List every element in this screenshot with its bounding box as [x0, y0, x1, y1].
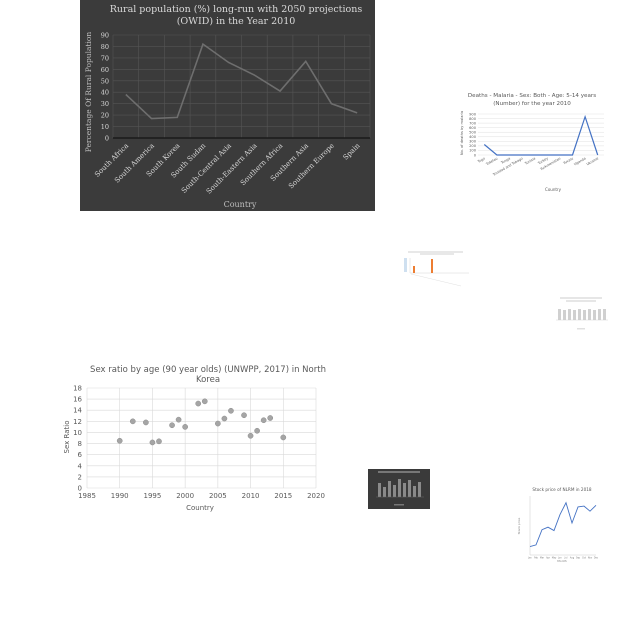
- chart-title-line2: (OWID) in the Year 2010: [177, 16, 296, 27]
- data-point: [169, 422, 175, 429]
- data-point: [129, 418, 136, 425]
- y-tick-label: 800: [469, 117, 477, 121]
- y-tick-label: 200: [469, 144, 477, 148]
- y-axis-title: Percentage Of Rural Population: [84, 32, 93, 153]
- y-tick-label: 14: [73, 407, 82, 415]
- data-point: [260, 417, 267, 424]
- y-tick-label: 8: [78, 440, 82, 448]
- y-tick-label: 300: [469, 140, 477, 144]
- y-tick-label: 20: [101, 112, 109, 120]
- x-tick-label: 2000: [176, 492, 194, 500]
- thumbnail-bar-chart: [403, 250, 473, 292]
- x-tick-label: May: [552, 557, 557, 560]
- malaria-deaths-svg: Deaths - Malaria - Sex: Both - Age: 5-14…: [456, 88, 608, 196]
- data-point: [143, 419, 149, 426]
- thumbnail-gray-bar-chart: [548, 295, 613, 335]
- y-tick-label: 40: [101, 89, 109, 97]
- x-tick-label: Jun: [557, 557, 562, 560]
- y-tick-label: 0: [105, 135, 109, 143]
- x-tick-label: Jul: [564, 557, 568, 560]
- y-tick-label: 400: [469, 135, 477, 139]
- malaria-deaths-chart: Deaths - Malaria - Sex: Both - Age: 5-14…: [456, 88, 608, 196]
- y-tick-label: 4: [78, 462, 83, 470]
- y-tick-label: 10: [101, 123, 109, 131]
- thumbnail-dark-bar-svg: [368, 469, 430, 509]
- data-point: [215, 420, 221, 427]
- y-tick-label: 12: [73, 418, 82, 426]
- y-tick-label: 18: [73, 385, 82, 393]
- data-point: [201, 398, 208, 405]
- data-point: [149, 439, 156, 446]
- y-axis-title: Stock price: [517, 517, 521, 534]
- data-point: [228, 407, 234, 414]
- y-tick-label: 80: [101, 43, 109, 51]
- y-tick-label: 2: [78, 473, 82, 481]
- stock-price-svg: Stock price of NLRM in 2018 Month Stock …: [514, 484, 600, 564]
- x-tick-label: Feb: [534, 557, 538, 560]
- thumbnail-dark-bar-chart: [368, 469, 430, 509]
- y-tick-label: 100: [469, 149, 477, 153]
- y-tick-label: 10: [73, 429, 82, 437]
- data-point: [267, 415, 274, 421]
- thumbnail-gray-bar-svg: [556, 297, 608, 330]
- y-tick-label: 16: [73, 396, 82, 404]
- data-point: [156, 438, 162, 445]
- x-tick-label: Sep: [576, 557, 581, 560]
- sex-ratio-chart: Sex ratio by age (90 year olds) (UNWPP, …: [60, 360, 330, 515]
- x-axis-title: Country: [545, 187, 562, 192]
- y-tick-label: 700: [469, 121, 477, 125]
- sex-ratio-svg: Sex ratio by age (90 year olds) (UNWPP, …: [60, 360, 330, 515]
- x-tick-label: Apr: [546, 557, 550, 560]
- y-tick-label: 500: [469, 131, 477, 135]
- data-point: [195, 400, 202, 407]
- x-tick-label: Mar: [540, 557, 544, 560]
- chart-background: [80, 0, 375, 211]
- y-tick-label: 90: [101, 32, 109, 40]
- chart-title-line1: Deaths - Malaria - Sex: Both - Age: 5-14…: [468, 93, 596, 99]
- y-tick-label: 600: [469, 126, 477, 130]
- chart-title-line1: Sex ratio by age (90 year olds) (UNWPP, …: [90, 365, 326, 375]
- x-axis-title: Country: [186, 504, 214, 512]
- chart-title: Stock price of NLRM in 2018: [532, 487, 592, 492]
- data-point: [116, 437, 123, 444]
- x-axis-title: Country: [224, 200, 257, 209]
- x-tick-label: Aug: [570, 557, 575, 560]
- x-tick-label: 1990: [111, 492, 129, 500]
- x-axis-title: Month: [557, 559, 567, 563]
- data-point: [221, 415, 228, 422]
- y-tick-label: 900: [469, 112, 477, 116]
- data-point: [241, 412, 247, 419]
- data-point: [247, 432, 254, 439]
- x-tick-label: 2005: [209, 492, 227, 500]
- data-point: [175, 416, 182, 423]
- y-axis-title: No. of deaths by malaria: [460, 111, 464, 155]
- x-tick-label: 2015: [274, 492, 292, 500]
- y-tick-label: 60: [101, 66, 109, 74]
- y-tick-label: 30: [101, 100, 109, 108]
- y-tick-label: 6: [78, 451, 83, 459]
- x-tick-label: Oct: [582, 557, 586, 560]
- x-tick-label: 1995: [144, 492, 162, 500]
- chart-title-line1: Rural population (%) long-run with 2050 …: [110, 4, 363, 15]
- rural-population-svg: Rural population (%) long-run with 2050 …: [80, 0, 375, 211]
- y-axis-title: Sex Ratio: [63, 421, 71, 454]
- thumbnail-bar-svg: [404, 251, 469, 287]
- x-tick-label: 2010: [242, 492, 260, 500]
- rural-population-chart: Rural population (%) long-run with 2050 …: [80, 0, 375, 211]
- x-tick-label: Jan: [527, 557, 532, 560]
- x-tick-label: 1985: [78, 492, 96, 500]
- data-point: [182, 424, 188, 430]
- y-tick-label: 70: [101, 54, 109, 62]
- data-point: [254, 427, 260, 434]
- y-tick-label: 50: [101, 77, 109, 85]
- chart-title-line2: (Number) for the year 2010: [493, 101, 571, 107]
- stock-price-chart: Stock price of NLRM in 2018 Month Stock …: [514, 484, 600, 564]
- x-tick-label: Nov: [588, 557, 593, 560]
- chart-title-line2: Korea: [196, 375, 220, 385]
- data-point: [280, 434, 287, 441]
- x-tick-label: 2020: [307, 492, 325, 500]
